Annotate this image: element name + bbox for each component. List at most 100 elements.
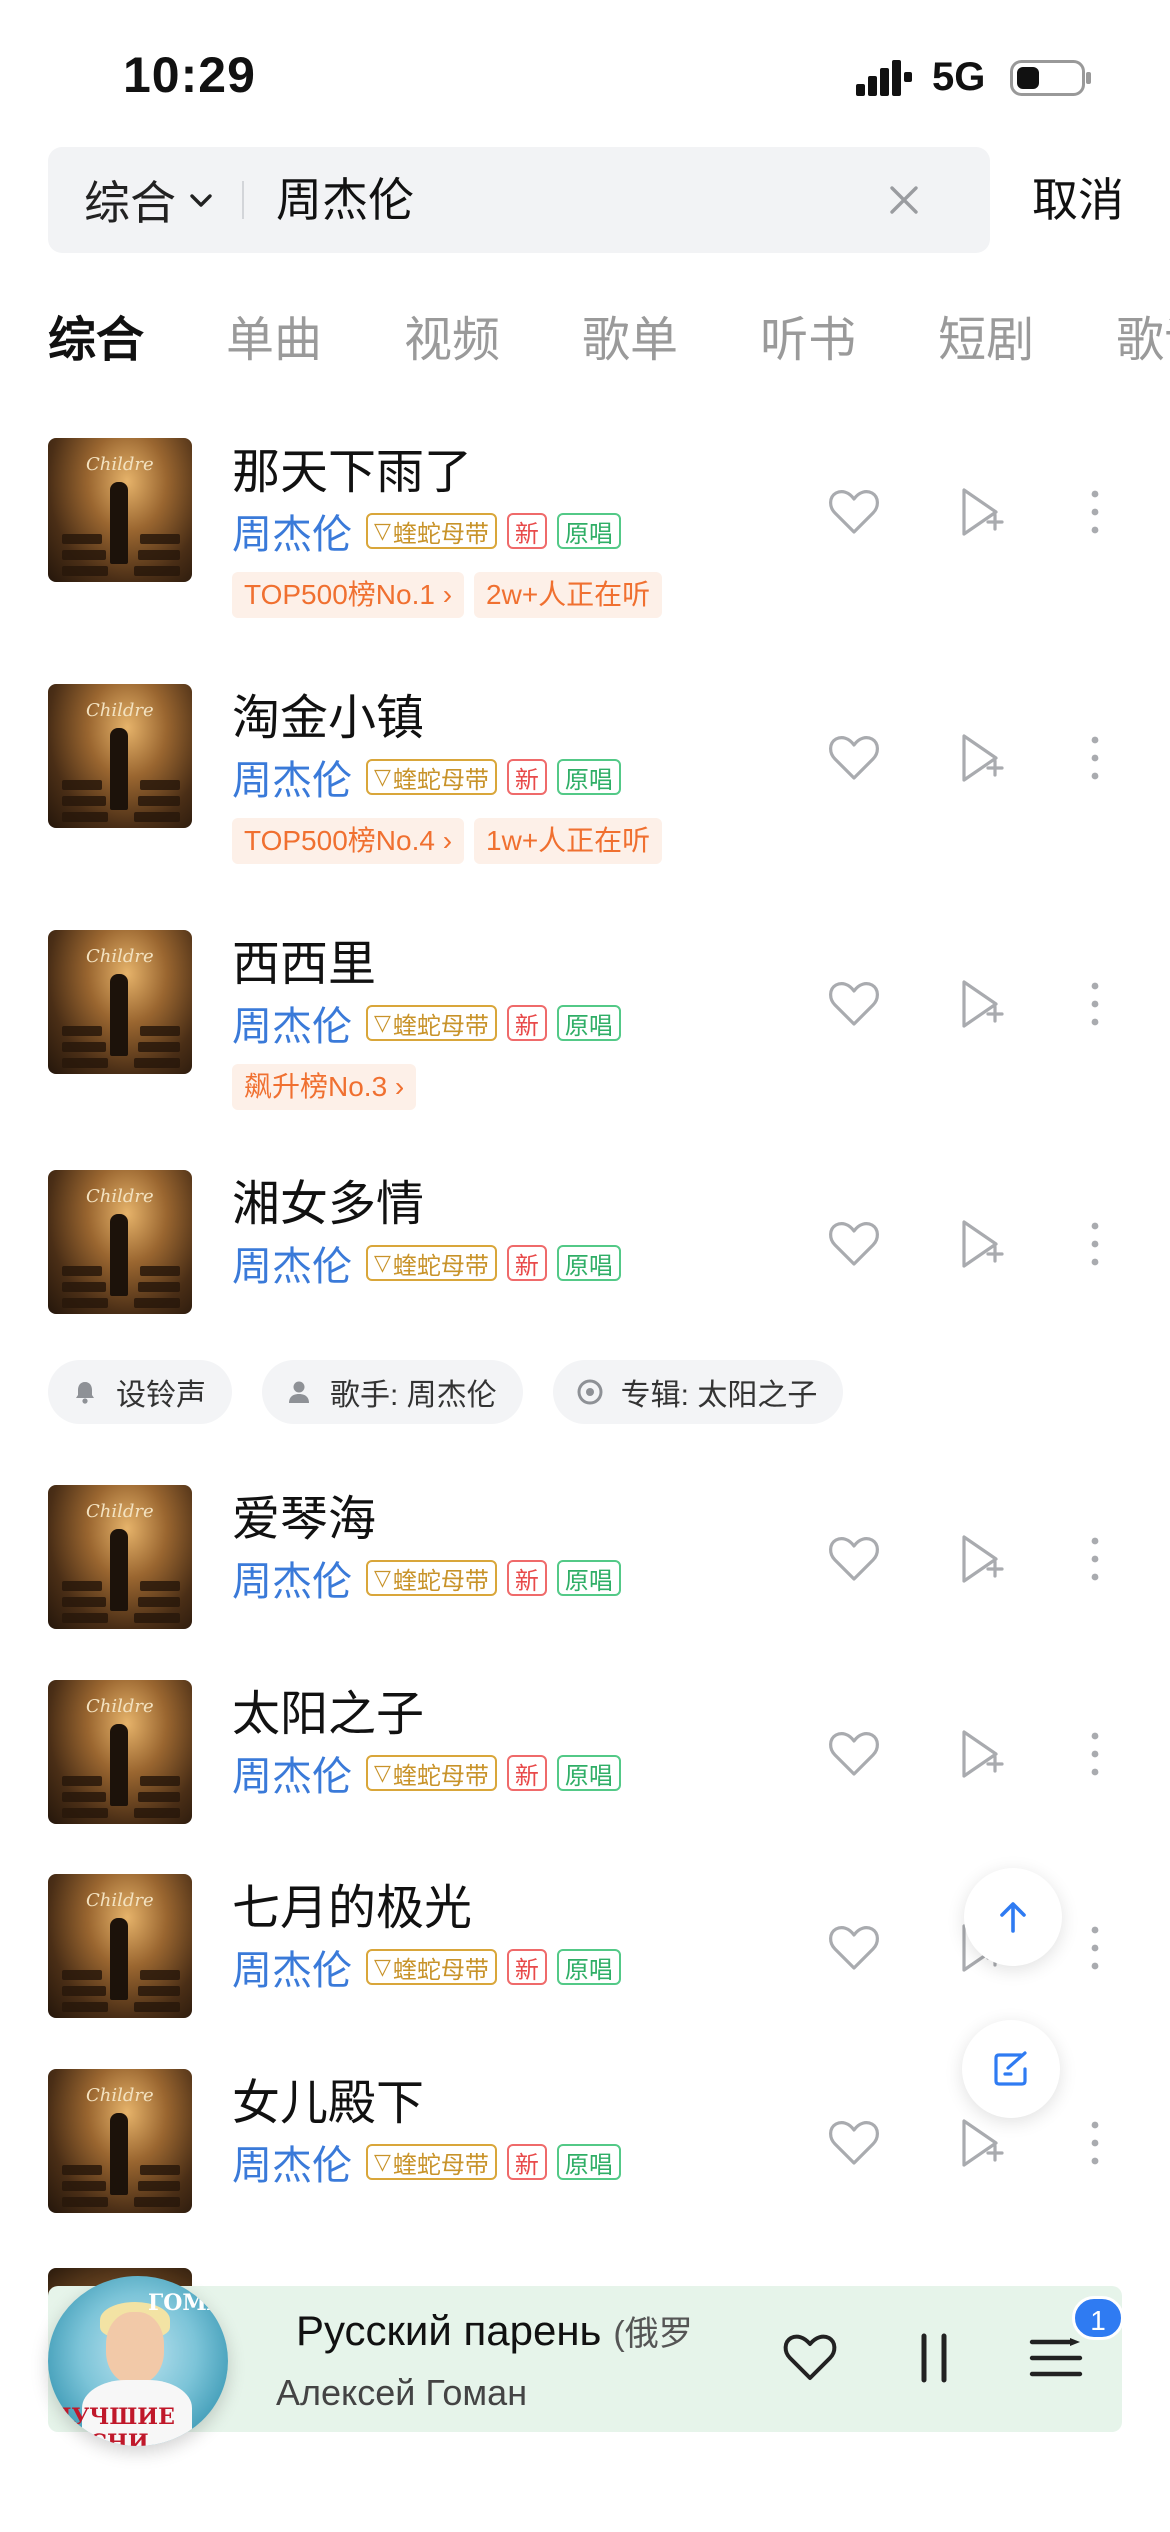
song-title: 湘女多情 xyxy=(232,1178,425,1231)
feedback-button[interactable] xyxy=(962,2020,1060,2118)
clear-icon[interactable] xyxy=(886,182,922,218)
cover-art-script: Childre xyxy=(86,2085,154,2106)
now-playing-cover[interactable]: ГОМАН ЛУЧШИЕ ПЕСНИ xyxy=(48,2276,228,2446)
person-icon xyxy=(289,1381,309,1403)
song-meta: 周杰伦 ▽ 蝰蛇母带新原唱 xyxy=(232,1234,631,1292)
artist-link[interactable]: 周杰伦 xyxy=(232,502,352,560)
cover-art-pew xyxy=(140,534,180,544)
cover-art-pew xyxy=(62,1597,106,1607)
playlist-icon[interactable] xyxy=(1026,2328,1086,2388)
new-tag: 新 xyxy=(506,1560,547,1596)
cover-art-script: Childre xyxy=(86,1501,154,1522)
chart-rank-badge[interactable]: 飙升榜No.3 › xyxy=(232,1064,417,1110)
search-divider xyxy=(242,181,244,219)
vip-v-icon: ▽ xyxy=(374,518,391,543)
artist-link[interactable]: 周杰伦 xyxy=(232,1744,352,1802)
cover-art-pew xyxy=(138,1597,180,1607)
chip-label: 专辑: 太阳之子 xyxy=(620,1379,818,1412)
cover-art-figure xyxy=(110,1214,128,1296)
cover-art-script: Childre xyxy=(86,700,154,721)
add-to-play-icon[interactable] xyxy=(952,484,1008,540)
scroll-to-top-button[interactable] xyxy=(964,1868,1062,1966)
listeners-badge: 2w+人正在听 xyxy=(474,572,663,618)
vip-v-icon: ▽ xyxy=(374,1954,391,1979)
cover-art-script: Childre xyxy=(86,946,154,967)
cover-art-pew xyxy=(140,2165,180,2175)
artist-link[interactable]: 周杰伦 xyxy=(232,1234,352,1292)
artist-link[interactable]: 周杰伦 xyxy=(232,2133,352,2191)
status-time: 10:29 xyxy=(123,47,256,103)
cover-art-pew xyxy=(62,2181,106,2191)
chevron-down-icon xyxy=(190,194,212,207)
more-icon[interactable] xyxy=(1080,1531,1110,1587)
album-cover: Childre xyxy=(48,684,192,828)
vip-quality-tag: ▽ 蝰蛇母带 xyxy=(366,1245,497,1281)
cancel-button[interactable]: 取消 xyxy=(1032,147,1124,253)
search-box: 综合 周杰伦 xyxy=(48,147,990,253)
add-to-play-icon[interactable] xyxy=(952,1531,1008,1587)
add-to-play-icon[interactable] xyxy=(952,1726,1008,1782)
tab-playlists[interactable]: 歌单 xyxy=(582,300,678,370)
cover-art-pew xyxy=(62,780,102,790)
heart-icon[interactable] xyxy=(826,1531,882,1587)
chart-rank-badge[interactable]: TOP500榜No.1 › xyxy=(232,572,465,618)
now-playing-artist: Алексей Гоман xyxy=(276,2372,528,2413)
add-to-play-icon[interactable] xyxy=(952,976,1008,1032)
heart-icon[interactable] xyxy=(826,1920,882,1976)
more-icon[interactable] xyxy=(1080,1920,1110,1976)
heart-icon[interactable] xyxy=(826,1216,882,1272)
song-row[interactable]: Childre 太阳之子 周杰伦 ▽ 蝰蛇母带新原唱 xyxy=(0,1680,1170,1830)
tab-short-dramas[interactable]: 短剧 xyxy=(938,300,1034,370)
tab-audiobooks[interactable]: 听书 xyxy=(760,300,856,370)
tab-comprehensive[interactable]: 综合 xyxy=(48,300,144,370)
song-row[interactable]: Childre 湘女多情 周杰伦 ▽ 蝰蛇母带新原唱 xyxy=(0,1170,1170,1320)
more-icon[interactable] xyxy=(1080,2115,1110,2171)
heart-icon[interactable] xyxy=(826,1726,882,1782)
heart-icon[interactable] xyxy=(826,484,882,540)
song-title: 爱琴海 xyxy=(232,1493,377,1546)
heart-icon[interactable] xyxy=(826,976,882,1032)
heart-icon[interactable] xyxy=(826,2115,882,2171)
chip-set-ringtone[interactable]: 设铃声 xyxy=(48,1360,232,1424)
cover-art-pew xyxy=(140,1026,180,1036)
search-input[interactable]: 周杰伦 xyxy=(276,147,414,253)
vip-quality-tag: ▽ 蝰蛇母带 xyxy=(366,759,497,795)
cover-art-pew xyxy=(62,2165,102,2175)
vip-v-icon: ▽ xyxy=(374,1760,391,1785)
heart-icon[interactable] xyxy=(826,730,882,786)
pause-icon[interactable] xyxy=(904,2328,964,2388)
song-row[interactable]: Childre 爱琴海 周杰伦 ▽ 蝰蛇母带新原唱 xyxy=(0,1485,1170,1635)
add-to-play-icon[interactable] xyxy=(952,730,1008,786)
add-to-play-icon[interactable] xyxy=(952,1216,1008,1272)
chart-rank-badge[interactable]: TOP500榜No.4 › xyxy=(232,818,465,864)
search-scope-label: 综合 xyxy=(84,177,176,229)
cover-art-pew xyxy=(62,1613,108,1623)
artist-link[interactable]: 周杰伦 xyxy=(232,1938,352,1996)
chip-album[interactable]: 专辑: 太阳之子 xyxy=(552,1360,844,1424)
original-tag: 原唱 xyxy=(556,1005,621,1041)
artist-link[interactable]: 周杰伦 xyxy=(232,748,352,806)
tab-videos[interactable]: 视频 xyxy=(404,300,500,370)
heart-icon[interactable] xyxy=(780,2328,840,2388)
tab-songs[interactable]: 单曲 xyxy=(226,300,322,370)
more-icon[interactable] xyxy=(1080,1726,1110,1782)
original-tag: 原唱 xyxy=(556,2144,621,2180)
song-row[interactable]: Childre 那天下雨了 周杰伦 ▽ 蝰蛇母带新原唱 TOP500榜No.1 › 2w+人… xyxy=(0,438,1170,618)
cover-art-pew xyxy=(134,1298,180,1308)
add-to-play-icon[interactable] xyxy=(952,2115,1008,2171)
artist-link[interactable]: 周杰伦 xyxy=(232,1549,352,1607)
more-icon[interactable] xyxy=(1080,1216,1110,1272)
vip-v-icon: ▽ xyxy=(374,2149,391,2174)
search-scope-select[interactable]: 综合 xyxy=(84,147,216,253)
more-icon[interactable] xyxy=(1080,976,1110,1032)
more-icon[interactable] xyxy=(1080,484,1110,540)
song-row[interactable]: Childre 淘金小镇 周杰伦 ▽ 蝰蛇母带新原唱 TOP500榜No.4 › 1w+人正… xyxy=(0,684,1170,864)
chip-artist[interactable]: 歌手: 周杰伦 xyxy=(262,1360,523,1424)
cover-art-pew xyxy=(138,550,180,560)
artist-link[interactable]: 周杰伦 xyxy=(232,994,352,1052)
tab-lyrics[interactable]: 歌词 xyxy=(1116,300,1170,370)
cover-art-pew xyxy=(134,812,180,822)
cover-art-script: Childre xyxy=(86,1186,154,1207)
more-icon[interactable] xyxy=(1080,730,1110,786)
song-row[interactable]: Childre 西西里 周杰伦 ▽ 蝰蛇母带新原唱 飙升榜No.3 › xyxy=(0,930,1170,1110)
